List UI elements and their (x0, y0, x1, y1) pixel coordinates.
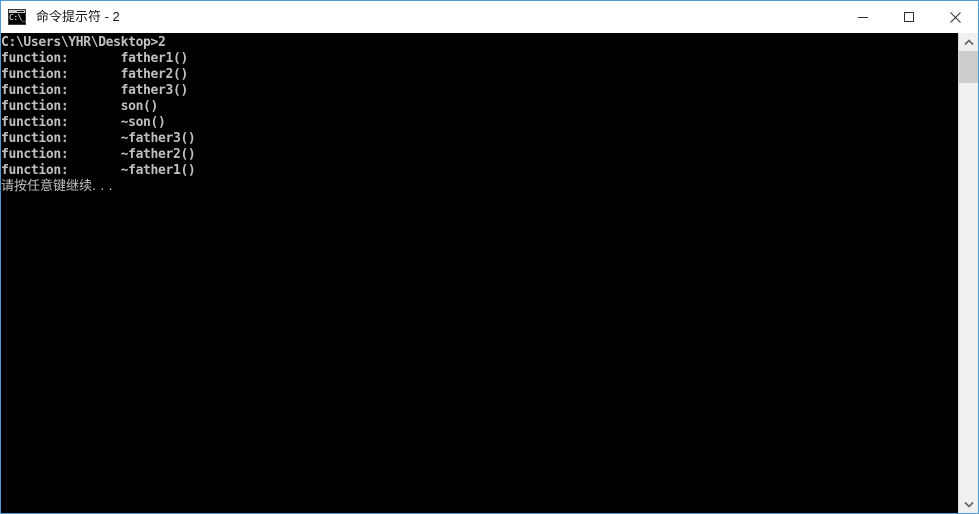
maximize-icon (904, 12, 914, 22)
minimize-icon (858, 17, 868, 18)
chevron-up-icon (963, 38, 974, 45)
console-line: function: ~father2() (1, 147, 196, 162)
console-line: function: son() (1, 99, 159, 114)
console-line: function: ~son() (1, 115, 166, 130)
minimize-button[interactable] (840, 1, 886, 33)
close-button[interactable] (932, 1, 978, 33)
titlebar-left-group: C:\_ 命令提示符 - 2 (1, 1, 840, 33)
chevron-down-icon (963, 501, 974, 508)
command-prompt-window: C:\_ 命令提示符 - 2 C:\Users\YHR\Desktop>2 fu… (0, 0, 979, 514)
scrollbar-track[interactable] (959, 51, 978, 495)
window-controls (840, 1, 978, 33)
console-line: 请按任意键继续. . . (1, 179, 113, 194)
scroll-down-button[interactable] (959, 495, 978, 513)
console-line: function: father1() (1, 51, 188, 66)
close-icon (949, 11, 961, 23)
console-line: C:\Users\YHR\Desktop>2 (1, 35, 166, 50)
window-titlebar[interactable]: C:\_ 命令提示符 - 2 (1, 1, 978, 33)
console-line: function: ~father3() (1, 131, 196, 146)
vertical-scrollbar[interactable] (958, 33, 978, 513)
scroll-up-button[interactable] (959, 33, 978, 51)
console-area[interactable]: C:\Users\YHR\Desktop>2 function: father1(… (1, 33, 978, 513)
scrollbar-thumb[interactable] (959, 51, 978, 83)
console-line: function: father3() (1, 83, 188, 98)
cmd-icon-glyph: C:\_ (9, 13, 27, 22)
console-output[interactable]: C:\Users\YHR\Desktop>2 function: father1(… (1, 33, 958, 513)
console-line: function: father2() (1, 67, 188, 82)
window-title: 命令提示符 - 2 (36, 9, 120, 24)
maximize-button[interactable] (886, 1, 932, 33)
console-line: function: ~father1() (1, 163, 196, 178)
cmd-icon: C:\_ (6, 7, 28, 27)
